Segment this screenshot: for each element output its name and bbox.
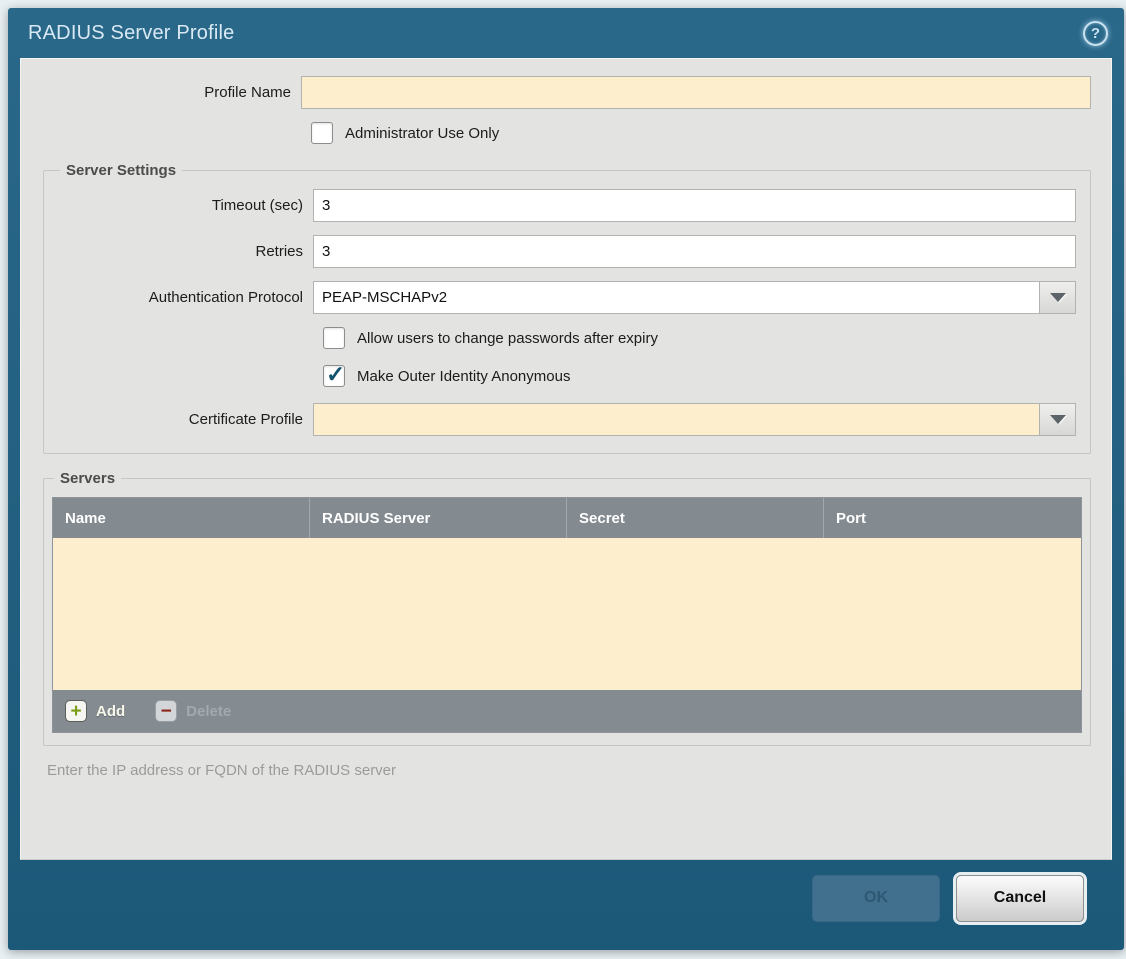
servers-table-header: Name RADIUS Server Secret Port [53,498,1081,538]
auth-protocol-dropdown-button[interactable] [1039,281,1076,314]
column-header[interactable]: Secret [567,498,824,538]
profile-name-row: Profile Name [33,76,1091,109]
help-icon[interactable]: ? [1083,21,1108,46]
timeout-input[interactable] [313,189,1076,222]
servers-group: Servers Name RADIUS Server Secret Port [43,470,1091,746]
certificate-profile-dropdown[interactable] [313,403,1076,436]
server-settings-legend: Server Settings [60,162,182,179]
cancel-button[interactable]: Cancel [956,875,1084,922]
auth-protocol-label: Authentication Protocol [58,289,313,306]
column-header[interactable]: Name [53,498,310,538]
column-header[interactable]: RADIUS Server [310,498,567,538]
chevron-down-icon [1050,415,1066,424]
column-header[interactable]: Port [824,498,1081,538]
certificate-profile-row: Certificate Profile [58,403,1076,436]
timeout-label: Timeout (sec) [58,197,313,214]
timeout-row: Timeout (sec) [58,189,1076,222]
outer-identity-checkbox[interactable] [323,365,345,387]
retries-row: Retries [58,235,1076,268]
add-button-label: Add [96,703,125,720]
chevron-down-icon [1050,293,1066,302]
radius-server-hint-text: Enter the IP address or FQDN of the RADI… [47,762,1091,779]
certificate-profile-label: Certificate Profile [58,411,313,428]
add-server-button[interactable]: + Add [65,700,125,722]
auth-protocol-value: PEAP-MSCHAPv2 [313,281,1039,314]
server-settings-group: Server Settings Timeout (sec) Retries Au… [43,162,1091,454]
plus-icon: + [65,700,87,722]
allow-password-change-label: Allow users to change passwords after ex… [357,330,658,347]
profile-name-label: Profile Name [33,84,301,101]
profile-name-input[interactable] [301,76,1091,109]
auth-protocol-row: Authentication Protocol PEAP-MSCHAPv2 [58,281,1076,314]
ok-button[interactable]: OK [812,875,940,922]
radius-server-profile-dialog: RADIUS Server Profile ? Profile Name Adm… [8,8,1124,950]
delete-server-button[interactable]: − Delete [155,700,231,722]
admin-only-row: Administrator Use Only [311,122,1091,144]
dialog-title: RADIUS Server Profile [28,22,234,45]
retries-input[interactable] [313,235,1076,268]
dialog-body: Profile Name Administrator Use Only Serv… [20,58,1112,860]
dialog-footer: OK Cancel [8,860,1124,950]
servers-legend: Servers [54,470,121,487]
retries-label: Retries [58,243,313,260]
dialog-titlebar: RADIUS Server Profile ? [8,8,1124,58]
allow-password-change-checkbox[interactable] [323,327,345,349]
admin-only-label: Administrator Use Only [345,125,499,142]
admin-only-checkbox[interactable] [311,122,333,144]
servers-table-body [53,538,1081,690]
certificate-profile-value [313,403,1039,436]
servers-table: Name RADIUS Server Secret Port + Add [52,497,1082,733]
allow-password-change-row: Allow users to change passwords after ex… [323,327,1076,349]
minus-icon: − [155,700,177,722]
servers-table-toolbar: + Add − Delete [53,690,1081,732]
outer-identity-row: Make Outer Identity Anonymous [323,365,1076,387]
certificate-profile-dropdown-button[interactable] [1039,403,1076,436]
auth-protocol-dropdown[interactable]: PEAP-MSCHAPv2 [313,281,1076,314]
outer-identity-label: Make Outer Identity Anonymous [357,368,570,385]
delete-button-label: Delete [186,703,231,720]
